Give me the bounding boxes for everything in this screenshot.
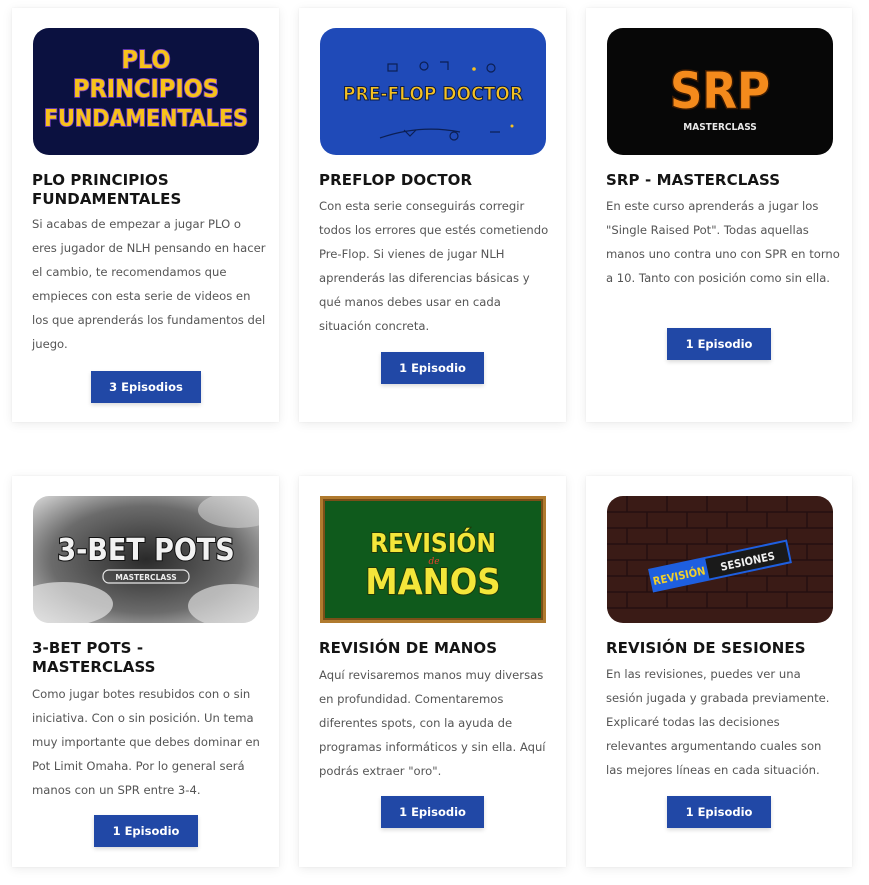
- episodes-button[interactable]: 1 Episodio: [381, 352, 484, 384]
- course-thumbnail-revision-manos[interactable]: REVISIÓN MANOS de: [320, 496, 546, 623]
- course-thumbnail-srp[interactable]: SRP MASTERCLASS: [607, 28, 833, 155]
- course-card-revision-manos: REVISIÓN MANOS de REVISIÓN DE MANOS Aquí…: [299, 476, 566, 867]
- course-thumbnail-revision-sesiones[interactable]: REVISIÓN SESIONES: [607, 496, 833, 623]
- course-card-plo-principios: PLO PRINCIPIOS FUNDAMENTALES PLO PRINCIP…: [12, 8, 279, 422]
- svg-text:PRINCIPIOS: PRINCIPIOS: [73, 74, 219, 103]
- course-title: SRP - MASTERCLASS: [606, 171, 781, 189]
- svg-text:3-BET POTS: 3-BET POTS: [57, 533, 234, 568]
- svg-text:PLO: PLO: [121, 45, 170, 74]
- svg-text:SRP: SRP: [670, 62, 770, 120]
- course-description: En este curso aprenderás a jugar los "Si…: [606, 199, 840, 285]
- revision-sesiones-cover-image: REVISIÓN SESIONES: [607, 496, 833, 623]
- course-title: REVISIÓN DE MANOS: [319, 639, 498, 657]
- course-description: Aquí revisaremos manos muy diversas en p…: [319, 668, 546, 778]
- svg-text:FUNDAMENTALES: FUNDAMENTALES: [44, 106, 248, 132]
- revision-manos-cover-image: REVISIÓN MANOS de: [320, 496, 546, 623]
- course-thumbnail-preflop[interactable]: PRE-FLOP DOCTOR: [320, 28, 546, 155]
- srp-cover-image: SRP MASTERCLASS: [607, 28, 833, 155]
- course-title: REVISIÓN DE SESIONES: [606, 639, 806, 657]
- course-description: Como jugar botes resubidos con o sin ini…: [32, 687, 260, 797]
- course-card-srp-masterclass: SRP MASTERCLASS SRP - MASTERCLASS En est…: [586, 8, 852, 422]
- course-title: 3-BET POTS - MASTERCLASS: [32, 639, 156, 676]
- plo-cover-image: PLO PRINCIPIOS FUNDAMENTALES: [33, 28, 259, 155]
- svg-text:MANOS: MANOS: [365, 562, 500, 603]
- svg-text:REVISIÓN: REVISIÓN: [370, 527, 496, 559]
- svg-text:MASTERCLASS: MASTERCLASS: [683, 122, 756, 133]
- course-thumbnail-3bet[interactable]: 3-BET POTS MASTERCLASS: [33, 496, 259, 623]
- course-description: Si acabas de empezar a jugar PLO o eres …: [32, 217, 266, 351]
- course-description: En las revisiones, puedes ver una sesión…: [606, 667, 830, 777]
- course-thumbnail-plo[interactable]: PLO PRINCIPIOS FUNDAMENTALES: [33, 28, 259, 155]
- episodes-button[interactable]: 1 Episodio: [381, 796, 484, 828]
- episodes-button[interactable]: 3 Episodios: [91, 371, 201, 403]
- episodes-button[interactable]: 1 Episodio: [667, 328, 771, 360]
- 3bet-cover-image: 3-BET POTS MASTERCLASS: [33, 496, 259, 623]
- episodes-button[interactable]: 1 Episodio: [667, 796, 771, 828]
- svg-text:PRE-FLOP DOCTOR: PRE-FLOP DOCTOR: [343, 83, 523, 105]
- course-card-3bet-pots: 3-BET POTS MASTERCLASS 3-BET POTS - MAST…: [12, 476, 279, 867]
- course-card-preflop-doctor: PRE-FLOP DOCTOR PREFLOP DOCTOR Con esta …: [299, 8, 566, 422]
- svg-text:de: de: [428, 557, 439, 567]
- course-title: PREFLOP DOCTOR: [319, 171, 473, 189]
- course-description: Con esta serie conseguirás corregir todo…: [319, 199, 549, 333]
- course-title: PLO PRINCIPIOS FUNDAMENTALES: [32, 171, 182, 208]
- episodes-button[interactable]: 1 Episodio: [94, 815, 198, 847]
- preflop-cover-image: PRE-FLOP DOCTOR: [320, 28, 546, 155]
- svg-text:MASTERCLASS: MASTERCLASS: [115, 573, 176, 582]
- course-card-revision-sesiones: REVISIÓN SESIONES REVISIÓN DE SESIONES E…: [586, 476, 852, 867]
